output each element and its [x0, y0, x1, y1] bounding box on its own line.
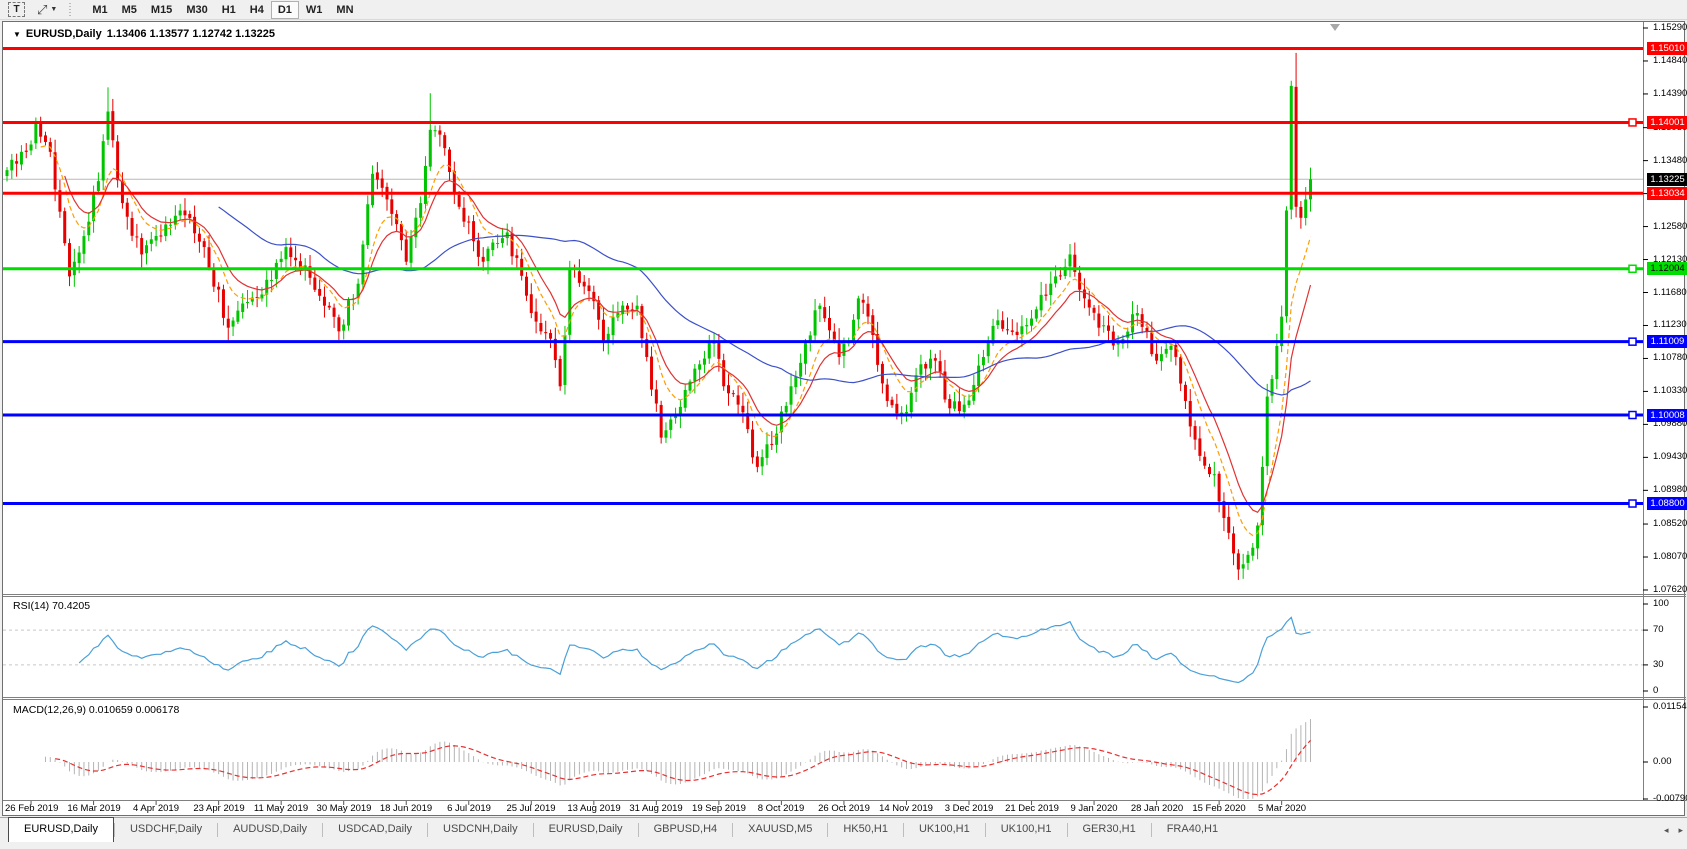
- tab-scroll-left-icon[interactable]: ◂: [1664, 826, 1669, 835]
- price-axis-tick: 1.10780: [1653, 352, 1687, 364]
- chart-title[interactable]: ▼ EURUSD,Daily 1.13406 1.13577 1.12742 1…: [13, 28, 275, 40]
- timeframe-button-m5[interactable]: M5: [115, 1, 144, 19]
- chart-tab-xauusd-m5[interactable]: XAUUSD,M5: [733, 818, 827, 842]
- timeframe-button-h4[interactable]: H4: [243, 1, 271, 19]
- chart-tab-eurusd-daily[interactable]: EURUSD,Daily: [8, 817, 114, 842]
- price-axis-tick: 1.08520: [1653, 518, 1687, 530]
- chart-symbol-label: EURUSD,Daily: [26, 28, 102, 40]
- date-axis-label: 28 Jan 2020: [1131, 803, 1183, 814]
- price-line-badge: 1.08800: [1647, 497, 1687, 510]
- timeframe-button-group: M1M5M15M30H1H4D1W1MN: [85, 1, 360, 19]
- timeframe-button-m1[interactable]: M1: [85, 1, 114, 19]
- price-axis-tick: 1.11680: [1653, 287, 1687, 299]
- price-axis-tick: 1.14390: [1653, 88, 1687, 100]
- date-axis-label: 4 Apr 2019: [133, 803, 179, 814]
- chart-ohlc-values: 1.13406 1.13577 1.12742 1.13225: [107, 28, 275, 40]
- macd-axis-tick: 0.011543: [1653, 701, 1687, 713]
- chevron-down-icon[interactable]: ▼: [50, 6, 57, 13]
- date-axis-label: 23 Apr 2019: [193, 803, 244, 814]
- date-axis-label: 31 Aug 2019: [629, 803, 682, 814]
- price-axis-tick: 1.09430: [1653, 451, 1687, 463]
- date-axis-label: 11 May 2019: [254, 803, 308, 814]
- date-axis-label: 26 Feb 2019: [5, 803, 58, 814]
- chart-tab-uk100-h1[interactable]: UK100,H1: [986, 818, 1067, 842]
- rsi-axis-tick: 30: [1653, 659, 1664, 671]
- macd-axis-tick: -0.007908: [1653, 793, 1687, 805]
- chart-window-content: ▼ EURUSD,Daily 1.13406 1.13577 1.12742 1…: [3, 22, 1684, 815]
- chart-tab-gbpusd-h4[interactable]: GBPUSD,H4: [639, 818, 733, 842]
- chart-tab-hk50-h1[interactable]: HK50,H1: [828, 818, 903, 842]
- chart-tab-usdcad-daily[interactable]: USDCAD,Daily: [323, 818, 427, 842]
- timeframe-button-m15[interactable]: M15: [144, 1, 179, 19]
- timeframe-button-mn[interactable]: MN: [329, 1, 360, 19]
- price-axis-tick: 1.08070: [1653, 551, 1687, 563]
- mt4-application: { "toolbar": { "text_tool_label": "T", "…: [0, 0, 1687, 849]
- macd-indicator-label: MACD(12,26,9) 0.010659 0.006178: [13, 704, 179, 716]
- date-axis-label: 6 Jul 2019: [447, 803, 491, 814]
- date-axis-label: 15 Feb 2020: [1192, 803, 1245, 814]
- date-axis-label: 14 Nov 2019: [879, 803, 933, 814]
- price-axis-tick: 1.10330: [1653, 385, 1687, 397]
- date-axis-label: 18 Jun 2019: [380, 803, 432, 814]
- date-axis-label: 16 Mar 2019: [67, 803, 120, 814]
- price-axis-tick: 1.11230: [1653, 319, 1687, 331]
- price-axis-tick: 1.12580: [1653, 221, 1687, 233]
- chart-tab-bar: EURUSD,DailyUSDCHF,DailyAUDUSD,DailyUSDC…: [0, 817, 1687, 842]
- date-axis-label: 25 Jul 2019: [506, 803, 555, 814]
- date-axis-label: 26 Oct 2019: [818, 803, 870, 814]
- chart-tab-eurusd-daily[interactable]: EURUSD,Daily: [534, 818, 638, 842]
- price-axis-tick: 1.15290: [1653, 22, 1687, 34]
- price-line-badge: 1.13034: [1647, 187, 1687, 200]
- chart-tab-ger30-h1[interactable]: GER30,H1: [1068, 818, 1151, 842]
- rsi-indicator-label: RSI(14) 70.4205: [13, 600, 90, 612]
- timeframe-button-h1[interactable]: H1: [215, 1, 243, 19]
- date-axis-label: 3 Dec 2019: [945, 803, 994, 814]
- timeframe-button-m30[interactable]: M30: [179, 1, 214, 19]
- chart-tab-uk100-h1[interactable]: UK100,H1: [904, 818, 985, 842]
- text-tool-button[interactable]: T: [8, 2, 25, 17]
- price-line-badge: 1.11009: [1647, 335, 1687, 348]
- price-axis-tick: 1.07620: [1653, 584, 1687, 596]
- price-line-badge: 1.10008: [1647, 409, 1687, 422]
- rsi-axis-tick: 0: [1653, 685, 1658, 697]
- chart-tab-usdcnh-daily[interactable]: USDCNH,Daily: [428, 818, 533, 842]
- timeframe-button-d1[interactable]: D1: [271, 1, 299, 19]
- current-price-badge: 1.13225: [1647, 173, 1687, 186]
- top-toolbar: T ⤢ ▼ M1M5M15M30H1H4D1W1MN: [0, 0, 1687, 20]
- chart-canvas[interactable]: [3, 22, 1686, 817]
- chart-tab-fra40-h1[interactable]: FRA40,H1: [1152, 818, 1233, 842]
- timeframe-button-w1[interactable]: W1: [299, 1, 330, 19]
- price-line-badge: 1.15010: [1647, 42, 1687, 55]
- chart-tab-usdchf-daily[interactable]: USDCHF,Daily: [115, 818, 217, 842]
- tab-scroll-right-icon[interactable]: ▸: [1678, 826, 1683, 835]
- rsi-axis-tick: 70: [1653, 624, 1664, 636]
- price-line-badge: 1.14001: [1647, 116, 1687, 129]
- toolbar-grip: [69, 3, 71, 17]
- date-axis-label: 5 Mar 2020: [1258, 803, 1306, 814]
- date-axis-label: 8 Oct 2019: [758, 803, 804, 814]
- chart-tab-audusd-daily[interactable]: AUDUSD,Daily: [218, 818, 322, 842]
- price-axis-tick: 1.08980: [1653, 484, 1687, 496]
- date-axis-label: 30 May 2019: [317, 803, 372, 814]
- price-axis-tick: 1.13480: [1653, 155, 1687, 167]
- price-line-badge: 1.12004: [1647, 262, 1687, 275]
- date-axis-label: 13 Aug 2019: [567, 803, 620, 814]
- chevron-down-icon[interactable]: ▼: [13, 30, 21, 39]
- date-axis-label: 21 Dec 2019: [1005, 803, 1059, 814]
- chart-shift-marker[interactable]: [1330, 24, 1340, 31]
- date-axis-label: 9 Jan 2020: [1070, 803, 1117, 814]
- chart-window: ▼ EURUSD,Daily 1.13406 1.13577 1.12742 1…: [2, 21, 1685, 816]
- date-axis-label: 19 Sep 2019: [692, 803, 746, 814]
- rsi-axis-tick: 100: [1653, 598, 1669, 610]
- price-axis-tick: 1.14840: [1653, 55, 1687, 67]
- macd-axis-tick: 0.00: [1653, 756, 1672, 768]
- arrange-charts-icon[interactable]: ⤢: [37, 2, 47, 18]
